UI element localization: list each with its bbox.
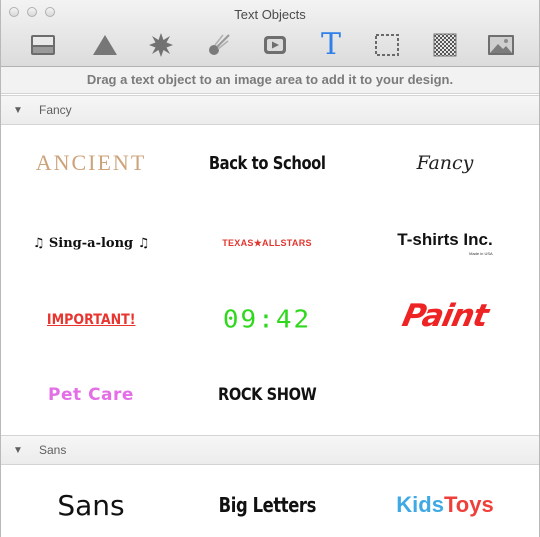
text-object-sing-a-long[interactable]: ♫ Sing-a-long ♫: [3, 203, 179, 283]
text-object-big-letters[interactable]: Big Letters: [179, 465, 355, 537]
image-tool-button[interactable]: [479, 28, 523, 62]
text-object-kids-toys[interactable]: KidsToys: [357, 465, 533, 537]
disclosure-triangle-icon[interactable]: ▼: [13, 445, 23, 456]
text-object-ancient[interactable]: ANCIENT: [3, 123, 179, 203]
section-header-sans[interactable]: ▼ Sans: [1, 435, 539, 465]
media-play-icon: [264, 36, 286, 54]
tshirts-logo: T-shirts Inc. Made in USA: [397, 230, 493, 256]
section-label: Sans: [39, 443, 67, 457]
disclosure-triangle-icon[interactable]: ▼: [13, 105, 23, 116]
text-object-rock-show[interactable]: ROCK SHOW: [179, 355, 355, 435]
text-object-important[interactable]: IMPORTANT!: [3, 280, 179, 360]
shapes-icon: [93, 35, 117, 55]
pattern-icon: [433, 33, 457, 57]
text-object-clock[interactable]: 09:42: [179, 280, 355, 360]
text-object-tshirts-inc[interactable]: T-shirts Inc. Made in USA: [357, 203, 533, 283]
drag-hint: Drag a text object to an image area to a…: [1, 67, 539, 94]
text-icon: T: [320, 27, 341, 62]
burst-icon: [149, 33, 173, 57]
text-object-sans[interactable]: Sans: [3, 465, 179, 537]
text-object-paint[interactable]: Paint: [357, 276, 533, 356]
frame-icon: [375, 34, 399, 56]
burst-tool-button[interactable]: [139, 28, 183, 62]
text-objects-window: Text Objects T Drag a text object to an …: [0, 0, 540, 537]
text-object-pet-care[interactable]: Pet Care: [3, 355, 179, 435]
image-icon: [488, 35, 514, 55]
title-bar: Text Objects T: [1, 0, 539, 67]
shapes-tool-button[interactable]: [83, 28, 127, 62]
text-object-texas-allstars[interactable]: TEXAS★ALLSTARS: [179, 203, 355, 283]
category-toolbar: T: [21, 28, 531, 62]
frame-tool-button[interactable]: [365, 28, 409, 62]
backgrounds-icon: [31, 35, 55, 55]
comet-tool-button[interactable]: [197, 28, 241, 62]
media-tool-button[interactable]: [253, 28, 297, 62]
text-object-fancy[interactable]: Fancy: [357, 123, 533, 203]
section-label: Fancy: [39, 103, 72, 117]
comet-icon: [209, 34, 230, 55]
window-title: Text Objects: [234, 7, 306, 22]
text-object-back-to-school[interactable]: Back to School: [179, 123, 355, 203]
backgrounds-tool-button[interactable]: [21, 28, 65, 62]
text-tool-button[interactable]: T: [309, 28, 353, 62]
kids-toys-logo: KidsToys: [396, 492, 494, 517]
section-header-fancy[interactable]: ▼ Fancy: [1, 95, 539, 125]
pattern-tool-button[interactable]: [423, 28, 467, 62]
